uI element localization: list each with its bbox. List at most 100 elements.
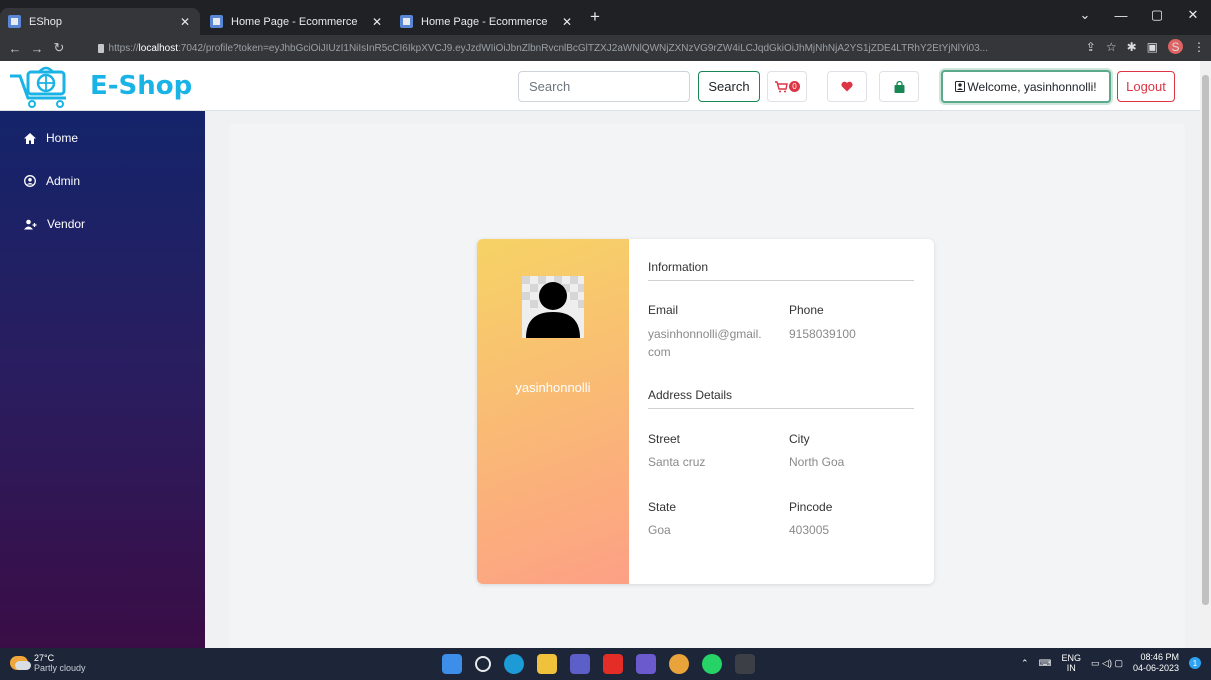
youtube-icon[interactable] — [603, 654, 623, 674]
edge-icon[interactable] — [504, 654, 524, 674]
address-bar: ← → ↻ https://localhost:7042/profile?tok… — [0, 35, 1211, 61]
phone-label: Phone — [789, 303, 824, 317]
window-controls: ⌄ — ▢ ✕ — [1067, 0, 1211, 30]
pincode-label: Pincode — [789, 500, 833, 514]
menu-icon[interactable]: ⋮ — [1193, 40, 1205, 54]
whatsapp-icon[interactable] — [702, 654, 722, 674]
sidebar: Home Admin Vendor — [0, 111, 205, 648]
clock-time: 08:46 PM — [1140, 652, 1179, 662]
keyboard-icon[interactable]: ⌨ — [1039, 658, 1052, 669]
browser-tab-eshop[interactable]: EShop ✕ — [0, 8, 200, 35]
page-scrollbar[interactable] — [1200, 61, 1211, 648]
sidepanel-icon[interactable]: ▣ — [1147, 40, 1158, 54]
sidebar-item-label: Admin — [46, 174, 81, 188]
search-button[interactable]: Search — [698, 71, 760, 102]
cart-icon — [775, 80, 788, 92]
close-tab-icon[interactable]: ✕ — [372, 15, 382, 29]
street-label: Street — [648, 432, 681, 446]
close-tab-icon[interactable]: ✕ — [562, 15, 572, 29]
url-field[interactable]: https://localhost:7042/profile?token=eyJ… — [98, 39, 988, 57]
lock-icon — [98, 43, 104, 53]
eshop-favicon-icon — [8, 15, 21, 28]
new-tab-icon[interactable]: + — [590, 7, 600, 27]
close-tab-icon[interactable]: ✕ — [180, 15, 190, 29]
sidebar-item-vendor[interactable]: Vendor — [24, 217, 85, 231]
network-volume-battery-icons[interactable]: ▭ ◁) ▢ — [1091, 658, 1123, 669]
tab-title: EShop — [29, 15, 63, 28]
logout-button[interactable]: Logout — [1117, 71, 1175, 102]
taskbar-apps — [442, 654, 755, 674]
page-favicon-icon — [210, 15, 223, 28]
close-window-icon[interactable]: ✕ — [1175, 7, 1211, 23]
search-input[interactable]: Search — [518, 71, 690, 102]
extensions-icon[interactable]: ✱ — [1127, 40, 1137, 54]
browser-toolbar-icons: ⇪ ☆ ✱ ▣ S ⋮ — [1086, 39, 1205, 54]
profile-avatar[interactable]: S — [1168, 39, 1183, 54]
email-value-line2: com — [648, 345, 671, 359]
browser-tab-home-1[interactable]: Home Page - Ecommerce ✕ — [202, 8, 392, 35]
url-rest: :7042/profile?token=eyJhbGciOiJIUzI1NiIs… — [178, 42, 988, 54]
phone-value: 9158039100 — [789, 327, 856, 341]
user-circle-icon — [24, 175, 36, 187]
cart-button[interactable]: 0 — [767, 71, 807, 102]
vscode-icon[interactable] — [636, 654, 656, 674]
user-avatar-icon — [522, 276, 584, 338]
search-icon[interactable] — [475, 656, 491, 672]
partly-cloudy-icon — [10, 656, 31, 670]
file-explorer-icon[interactable] — [537, 654, 557, 674]
language-region: IN — [1066, 663, 1076, 673]
sidebar-item-label: Vendor — [47, 217, 86, 231]
notification-badge[interactable]: 1 — [1189, 657, 1201, 669]
tab-title: Home Page - Ecommerce — [231, 15, 358, 28]
address-heading: Address Details — [648, 388, 733, 402]
restore-icon[interactable]: ▢ — [1139, 7, 1175, 23]
weather-condition: Partly cloudy — [34, 663, 86, 673]
bag-button[interactable] — [879, 71, 919, 102]
teams-icon[interactable] — [570, 654, 590, 674]
terminal-icon[interactable] — [735, 654, 755, 674]
scrollbar-thumb[interactable] — [1202, 75, 1209, 605]
language-code: ENG — [1061, 653, 1082, 663]
sidebar-item-admin[interactable]: Admin — [24, 174, 80, 188]
information-heading: Information — [648, 260, 709, 274]
browser-tab-home-2[interactable]: Home Page - Ecommerce ✕ — [392, 8, 582, 35]
windows-start-icon[interactable] — [442, 654, 462, 674]
state-label: State — [648, 500, 677, 514]
windows-taskbar: 27°C Partly cloudy ⌃ ⌨ ENG IN ▭ ◁) ▢ 08:… — [0, 648, 1211, 680]
bookmark-star-icon[interactable]: ☆ — [1106, 40, 1117, 54]
address-divider — [648, 408, 914, 409]
street-value: Santa cruz — [648, 455, 706, 469]
email-value-line1: yasinhonnolli@gmail. — [648, 327, 762, 341]
language-indicator[interactable]: ENG IN — [1062, 653, 1082, 673]
state-value: Goa — [648, 523, 671, 537]
city-label: City — [789, 432, 810, 446]
heart-icon — [841, 81, 853, 92]
chevron-up-icon[interactable]: ⌃ — [1021, 658, 1029, 669]
back-icon[interactable]: ← — [4, 41, 26, 56]
url-host: localhost — [138, 42, 179, 54]
user-plus-icon — [24, 219, 37, 229]
profile-card: yasinhonnolli Information Email yasinhon… — [477, 239, 934, 584]
sidebar-item-home[interactable]: Home — [24, 131, 78, 145]
system-tray: ⌃ ⌨ ENG IN ▭ ◁) ▢ 08:46 PM 04-06-2023 1 — [1021, 652, 1201, 674]
eshop-logo[interactable]: E-Shop — [8, 64, 192, 108]
forward-icon[interactable]: → — [26, 41, 48, 56]
cart-count-badge: 0 — [789, 81, 800, 92]
chevron-down-icon[interactable]: ⌄ — [1067, 7, 1103, 23]
home-icon — [24, 132, 36, 144]
welcome-user-button[interactable]: Welcome, yasinhonnolli! — [941, 70, 1111, 103]
weather-widget[interactable]: 27°C Partly cloudy — [10, 653, 86, 673]
wishlist-button[interactable] — [827, 71, 867, 102]
search-placeholder: Search — [529, 79, 571, 94]
email-label: Email — [648, 303, 679, 317]
minimize-icon[interactable]: — — [1103, 8, 1139, 23]
chrome-icon[interactable] — [669, 654, 689, 674]
information-divider — [648, 280, 914, 281]
page-favicon-icon — [400, 15, 413, 28]
city-value: North Goa — [789, 455, 845, 469]
reload-icon[interactable]: ↻ — [48, 40, 70, 56]
app-header: E-Shop Search Search 0 Welcome, yasinhon… — [0, 61, 1200, 111]
share-icon[interactable]: ⇪ — [1086, 40, 1096, 54]
url-prefix: https:// — [108, 42, 139, 54]
clock[interactable]: 08:46 PM 04-06-2023 — [1133, 652, 1179, 674]
